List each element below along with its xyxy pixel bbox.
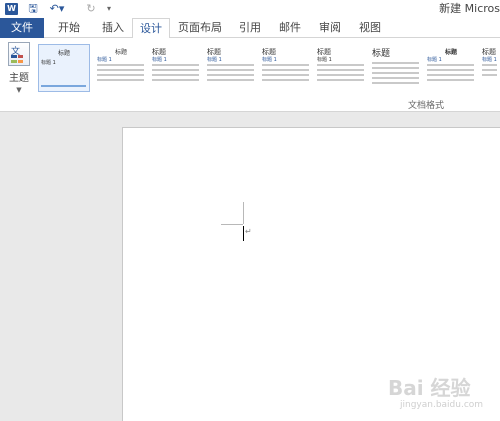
style-set-item[interactable]: 标题 标题 1: [480, 44, 500, 92]
style-set-gallery: 标题 标题 1 标题 标题 1 标题 标题 1 标题 标题 1 标题 标题 1 …: [38, 44, 500, 92]
themes-label: 主题: [9, 73, 29, 84]
group-label-document-formatting: 文档格式: [408, 101, 445, 111]
themes-button[interactable]: 文 主题 ▼: [3, 42, 35, 100]
style-set-item[interactable]: 标题 标题 1: [425, 44, 477, 92]
tab-references[interactable]: 引用: [232, 18, 268, 38]
themes-icon: 文: [8, 42, 30, 66]
tab-insert[interactable]: 插入: [92, 18, 134, 38]
ribbon-design: 文 主题 ▼ 标题 标题 1 标题 标题 1 标题 标题 1 标题 标题 1 标…: [0, 38, 500, 112]
tab-view[interactable]: 视图: [352, 18, 388, 38]
style-set-item[interactable]: 标题 标题 1: [38, 44, 90, 92]
tab-mailings[interactable]: 邮件: [272, 18, 308, 38]
chevron-down-icon: ▼: [16, 86, 22, 94]
save-icon[interactable]: 🖫: [26, 2, 40, 16]
style-set-item[interactable]: 标题 标题 1: [315, 44, 367, 92]
watermark-url: jingyan.baidu.com: [400, 400, 484, 410]
tab-page-layout[interactable]: 页面布局: [172, 18, 228, 38]
paragraph-mark-icon: ↵: [245, 227, 252, 236]
tab-design[interactable]: 设计: [132, 18, 170, 39]
document-title: 新建 Micros: [439, 2, 500, 15]
title-bar: W 🖫 ↶▾ ↻ ▾ 新建 Micros: [0, 0, 500, 18]
margin-crop-mark: [221, 224, 243, 225]
tab-home[interactable]: 开始: [48, 18, 90, 38]
text-cursor: [243, 226, 244, 241]
tab-review[interactable]: 审阅: [312, 18, 348, 38]
watermark: Bai 经验 jingyan.baidu.com: [386, 366, 498, 416]
watermark-logo: Bai 经验: [388, 376, 471, 400]
style-set-item[interactable]: 标题 标题 1: [150, 44, 202, 92]
tab-file[interactable]: 文件: [0, 18, 44, 38]
word-app-icon[interactable]: W: [5, 3, 18, 15]
style-set-item[interactable]: 标题: [370, 44, 422, 92]
style-set-item[interactable]: 标题 标题 1: [260, 44, 312, 92]
margin-crop-mark: [243, 202, 244, 224]
style-set-item[interactable]: 标题 标题 1: [205, 44, 257, 92]
undo-icon[interactable]: ↶▾: [48, 2, 66, 16]
style-set-item[interactable]: 标题 标题 1: [95, 44, 147, 92]
customize-toolbar-icon[interactable]: ▾: [104, 2, 114, 16]
ribbon-tabs: 文件 开始 插入 设计 页面布局 引用 邮件 审阅 视图: [0, 18, 500, 39]
redo-icon[interactable]: ↻: [84, 2, 98, 16]
